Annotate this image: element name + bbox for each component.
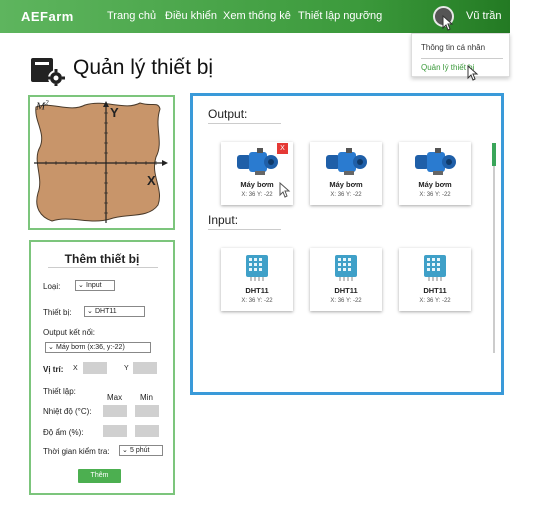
- humidity-max-input[interactable]: [103, 425, 127, 437]
- output-label: Output kết nối:: [43, 328, 96, 337]
- settings-label: Thiết lập:: [43, 387, 76, 396]
- input-device-card[interactable]: DHT11 X: 36 Y: -22: [399, 248, 471, 311]
- output-select-value: Máy bơm (x:36, y:-22): [56, 344, 125, 351]
- input-section-title: Input:: [208, 213, 239, 227]
- temperature-label: Nhiệt độ (°C):: [43, 407, 92, 416]
- pump-icon: [415, 148, 456, 175]
- device-name: DHT11: [334, 286, 358, 295]
- dht11-sensor-icon: [424, 255, 446, 281]
- device-coordinates: X: 36 Y: -22: [241, 298, 273, 304]
- scrollbar-track[interactable]: [493, 143, 495, 353]
- farm-map-canvas: [34, 101, 168, 223]
- output-device-card[interactable]: Máy bơm X: 36 Y: -22: [399, 142, 471, 205]
- y-label: Y: [124, 365, 129, 372]
- input-device-card[interactable]: DHT11 X: 36 Y: -22: [221, 248, 293, 311]
- x-input[interactable]: [83, 362, 107, 374]
- device-coordinates: X: 36 Y: -22: [419, 192, 451, 198]
- max-label: Max: [107, 393, 123, 402]
- humidity-label: Độ ẩm (%):: [43, 428, 84, 437]
- y-input[interactable]: [133, 362, 157, 374]
- user-dropdown-menu: Thông tin cá nhân Quản lý thiết bị: [411, 33, 510, 77]
- pump-icon: [326, 148, 367, 175]
- output-section-underline: [208, 123, 281, 124]
- chevron-down-icon: ⌄: [87, 308, 93, 315]
- device-list-panel: Output: X Máy bơm X: 36 Y: -22 Máy bơm X…: [190, 93, 504, 395]
- chevron-down-icon: ⌄: [122, 447, 128, 454]
- device-name: DHT11: [245, 286, 269, 295]
- menu-item-profile[interactable]: Thông tin cá nhân: [421, 43, 485, 52]
- interval-label: Thời gian kiểm tra:: [43, 447, 110, 456]
- device-label: Thiết bị:: [43, 308, 72, 317]
- dht11-sensor-icon: [335, 255, 357, 281]
- chevron-down-icon: ⌄: [78, 282, 84, 289]
- cursor-icon: [442, 15, 454, 31]
- page-title: Quản lý thiết bị: [73, 56, 214, 79]
- output-section-title: Output:: [208, 107, 248, 121]
- pump-icon: [237, 148, 278, 175]
- device-name: Máy bơm: [418, 180, 452, 189]
- interval-select[interactable]: ⌄ 5 phút: [119, 445, 163, 456]
- type-select[interactable]: ⌄ Input: [75, 280, 115, 291]
- chevron-down-icon: ⌄: [48, 344, 54, 351]
- nav-control[interactable]: Điều khiển: [165, 10, 217, 22]
- scrollbar-thumb[interactable]: [492, 143, 496, 166]
- input-device-card[interactable]: DHT11 X: 36 Y: -22: [310, 248, 382, 311]
- top-navbar: AEFarm Trang chủ Điều khiển Xem thống kê…: [0, 0, 510, 33]
- nav-threshold[interactable]: Thiết lập ngưỡng: [298, 10, 382, 22]
- type-label: Loại:: [43, 282, 61, 291]
- cursor-icon: [467, 65, 479, 81]
- add-button[interactable]: Thêm: [78, 469, 121, 483]
- interval-select-value: 5 phút: [130, 447, 150, 454]
- map-area-label: M2: [36, 99, 49, 113]
- humidity-min-input[interactable]: [135, 425, 159, 437]
- menu-divider: [421, 58, 503, 59]
- input-section-underline: [208, 229, 281, 230]
- dht11-sensor-icon: [246, 255, 268, 281]
- device-name: DHT11: [423, 286, 447, 295]
- cursor-icon: [279, 182, 291, 198]
- farm-map[interactable]: M2 Y X: [28, 95, 175, 230]
- temperature-max-input[interactable]: [103, 405, 127, 417]
- add-device-form: Thêm thiết bị Loại: ⌄ Input Thiết bị: ⌄ DH…: [29, 240, 175, 495]
- output-select[interactable]: ⌄ Máy bơm (x:36, y:-22): [45, 342, 151, 353]
- nav-statistics[interactable]: Xem thống kê: [223, 10, 291, 22]
- form-title-underline: [48, 267, 158, 268]
- delete-device-button[interactable]: X: [277, 143, 288, 154]
- map-y-axis-label: Y: [110, 105, 119, 120]
- temperature-min-input[interactable]: [135, 405, 159, 417]
- device-name: Máy bơm: [329, 180, 363, 189]
- device-settings-icon: [31, 58, 65, 86]
- device-coordinates: X: 36 Y: -22: [419, 298, 451, 304]
- device-select-value: DHT11: [95, 308, 117, 315]
- user-name[interactable]: Vũ trần: [466, 10, 501, 22]
- x-label: X: [73, 365, 78, 372]
- device-coordinates: X: 36 Y: -22: [330, 298, 362, 304]
- device-select[interactable]: ⌄ DHT11: [84, 306, 145, 317]
- form-title: Thêm thiết bị: [64, 252, 140, 266]
- type-select-value: Input: [86, 282, 102, 289]
- device-coordinates: X: 36 Y: -22: [330, 192, 362, 198]
- map-x-axis-label: X: [147, 173, 156, 188]
- min-label: Min: [140, 393, 153, 402]
- brand-logo[interactable]: AEFarm: [21, 9, 74, 24]
- nav-home[interactable]: Trang chủ: [107, 10, 156, 22]
- position-label: Vị trí:: [43, 365, 64, 374]
- output-device-card[interactable]: Máy bơm X: 36 Y: -22: [310, 142, 382, 205]
